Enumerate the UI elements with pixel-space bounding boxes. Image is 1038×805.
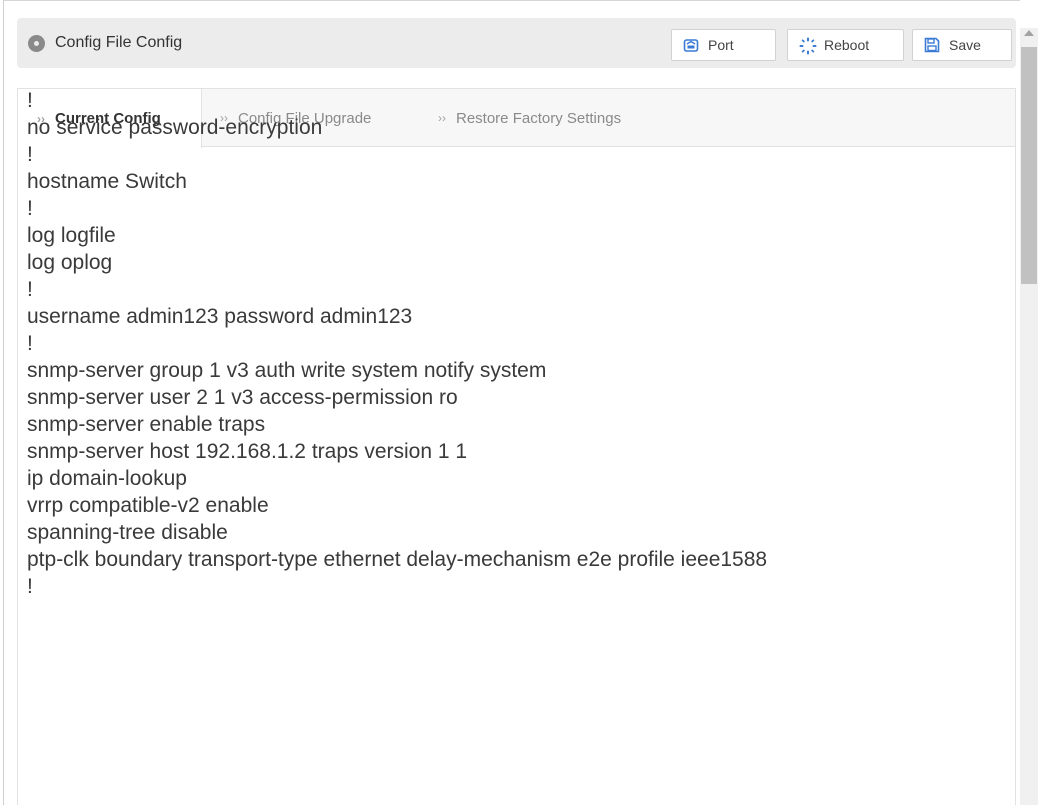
config-line: ! <box>27 332 33 355</box>
config-line: snmp-server enable traps <box>27 413 266 436</box>
config-line: ! <box>27 89 33 112</box>
port-button-label: Port <box>708 37 734 53</box>
save-button[interactable]: Save <box>912 29 1012 61</box>
reboot-button[interactable]: Reboot <box>787 29 904 61</box>
config-line: snmp-server user 2 1 v3 access-permissio… <box>27 386 458 409</box>
circle-dot-icon <box>28 35 45 52</box>
config-line: ! <box>27 575 33 598</box>
config-line: hostname Switch <box>27 170 187 193</box>
config-line: log oplog <box>27 251 113 274</box>
config-line: ! <box>27 278 33 301</box>
config-line: spanning-tree disable <box>27 521 228 544</box>
config-line: ptp-clk boundary transport-type ethernet… <box>27 548 768 571</box>
config-line: snmp-server group 1 v3 auth write system… <box>27 359 547 382</box>
app-frame: Config File Config Port Reboot Save ›› C… <box>0 0 1038 805</box>
config-line: log logfile <box>27 224 116 247</box>
config-line: vrrp compatible-v2 enable <box>27 494 269 517</box>
config-line: ! <box>27 197 33 220</box>
reboot-spinner-icon <box>799 37 817 55</box>
port-button[interactable]: Port <box>671 29 776 61</box>
scroll-up-arrow-icon[interactable] <box>1024 30 1034 36</box>
scrollbar-cap <box>1020 0 1038 28</box>
reboot-button-label: Reboot <box>824 37 870 53</box>
config-line: no service password-encryption <box>27 116 323 139</box>
page-title: Config File Config <box>55 34 183 51</box>
config-line: snmp-server host 192.168.1.2 traps versi… <box>27 440 468 463</box>
config-line: ip domain-lookup <box>27 467 187 490</box>
scrollbar-thumb[interactable] <box>1021 47 1037 284</box>
page-header: Config File Config Port Reboot Save <box>17 18 1016 68</box>
frame-left-border <box>3 0 4 805</box>
config-line: ! <box>27 143 33 166</box>
frame-top-border <box>3 0 1038 1</box>
floppy-save-icon <box>924 37 940 53</box>
port-icon <box>683 37 699 53</box>
config-text: ! no service password-encryption! hostname… <box>27 87 997 600</box>
config-line: username admin123 password admin123 <box>27 305 413 328</box>
save-button-label: Save <box>949 37 981 53</box>
